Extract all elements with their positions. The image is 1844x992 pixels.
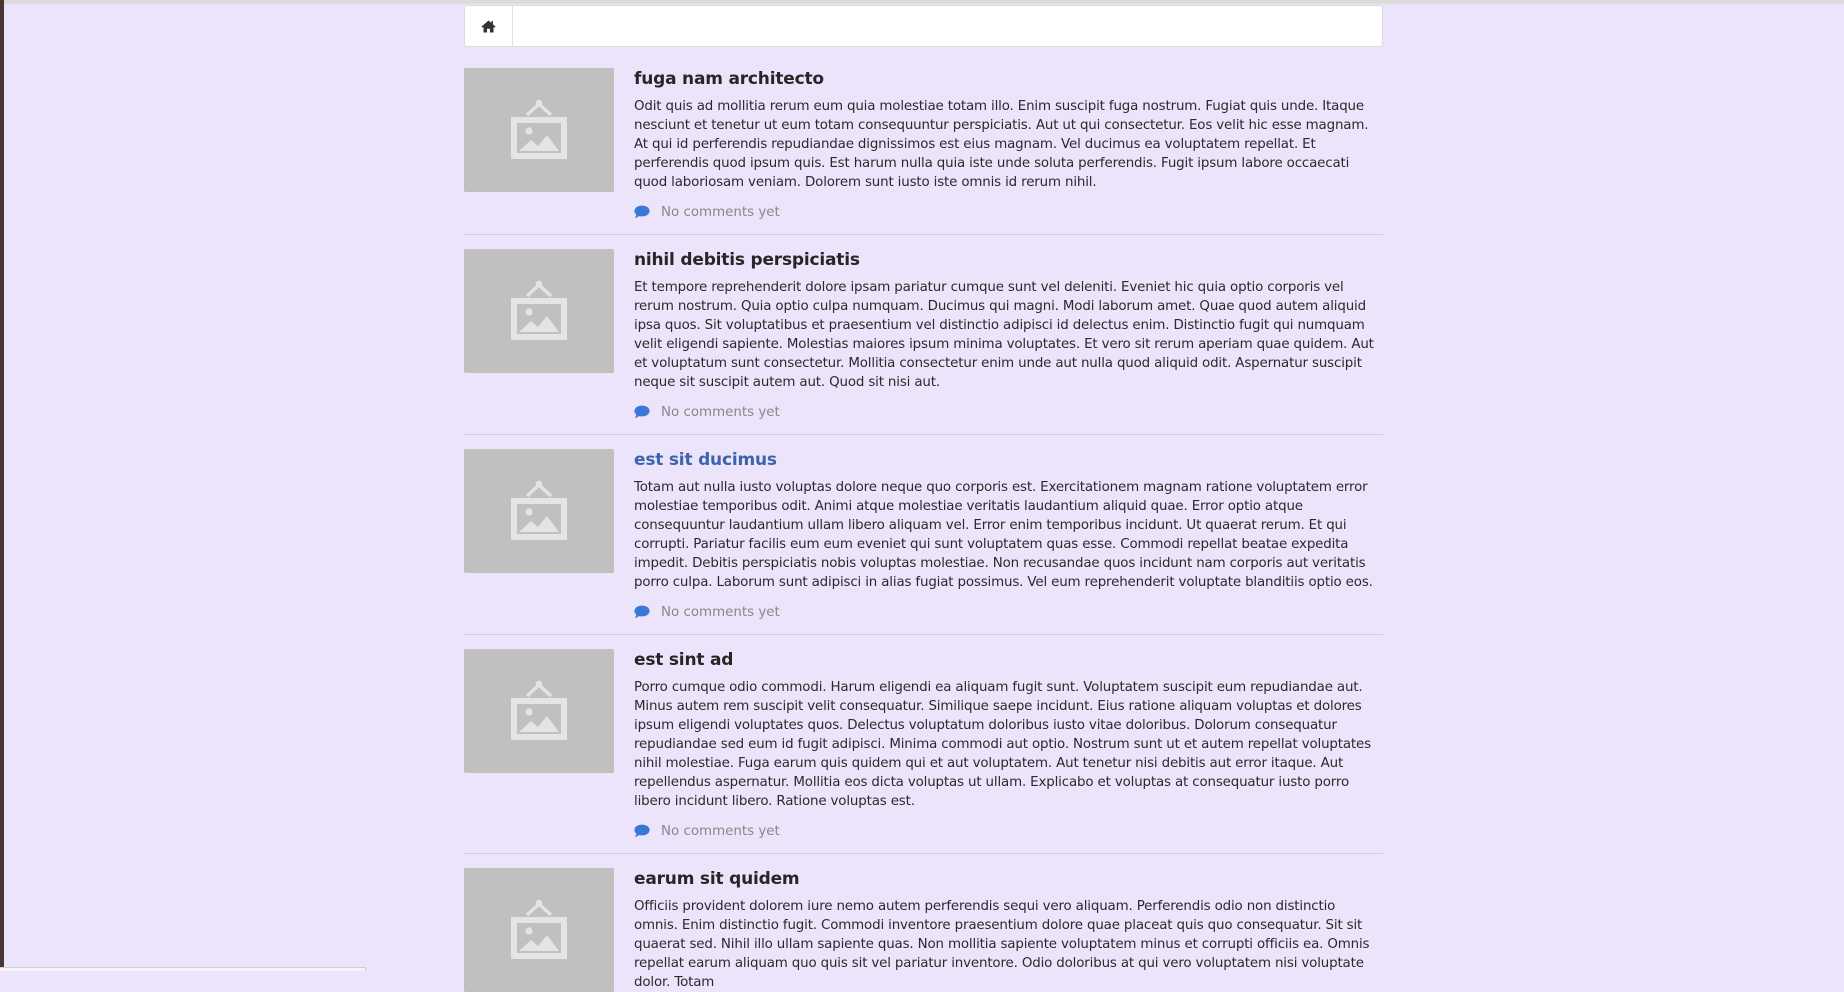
post-excerpt: Officiis provident dolorem iure nemo aut… — [634, 897, 1383, 992]
comments-count: No comments yet — [661, 405, 780, 420]
post-thumbnail[interactable] — [464, 249, 614, 373]
post-excerpt: Porro cumque odio commodi. Harum eligend… — [634, 678, 1383, 811]
image-placeholder-icon — [509, 898, 569, 962]
navbar — [464, 5, 1383, 47]
post-divider — [464, 853, 1383, 854]
post-excerpt: Totam aut nulla iusto voluptas dolore ne… — [634, 478, 1383, 592]
post-body: nihil debitis perspiciatis Et tempore re… — [634, 249, 1383, 421]
comments-link[interactable]: No comments yet — [634, 822, 1383, 840]
comment-icon — [634, 605, 651, 619]
home-icon — [481, 20, 496, 33]
post-body: earum sit quidem Officiis provident dolo… — [634, 868, 1383, 992]
post-body: est sit ducimus Totam aut nulla iusto vo… — [634, 449, 1383, 621]
post-body: fuga nam architecto Odit quis ad molliti… — [634, 68, 1383, 221]
post-thumbnail[interactable] — [464, 68, 614, 192]
post-body: est sint ad Porro cumque odio commodi. H… — [634, 649, 1383, 840]
comments-link[interactable]: No comments yet — [634, 203, 1383, 221]
image-placeholder-icon — [509, 98, 569, 162]
image-placeholder-icon — [509, 279, 569, 343]
post-thumbnail[interactable] — [464, 449, 614, 573]
window-top-border — [0, 0, 1844, 4]
post-excerpt: Et tempore reprehenderit dolore ipsam pa… — [634, 278, 1383, 392]
comment-icon — [634, 205, 651, 219]
comment-icon — [634, 824, 651, 838]
post-title[interactable]: earum sit quidem — [634, 868, 1383, 890]
post-title[interactable]: est sit ducimus — [634, 449, 1383, 471]
window-left-edge — [0, 0, 4, 971]
comments-link[interactable]: No comments yet — [634, 403, 1383, 421]
comment-icon — [634, 405, 651, 419]
home-button[interactable] — [465, 6, 513, 46]
post-thumbnail[interactable] — [464, 649, 614, 773]
comments-count: No comments yet — [661, 205, 780, 220]
post-title[interactable]: est sint ad — [634, 649, 1383, 671]
post-divider — [464, 434, 1383, 435]
comments-link[interactable]: No comments yet — [634, 603, 1383, 621]
post-title[interactable]: nihil debitis perspiciatis — [634, 249, 1383, 271]
comments-count: No comments yet — [661, 605, 780, 620]
post-title[interactable]: fuga nam architecto — [634, 68, 1383, 90]
image-placeholder-icon — [509, 479, 569, 543]
post-divider — [464, 634, 1383, 635]
status-bar-fragment — [0, 967, 366, 971]
post-excerpt: Odit quis ad mollitia rerum eum quia mol… — [634, 97, 1383, 192]
post-divider — [464, 234, 1383, 235]
post-thumbnail[interactable] — [464, 868, 614, 992]
image-placeholder-icon — [509, 679, 569, 743]
comments-count: No comments yet — [661, 824, 780, 839]
